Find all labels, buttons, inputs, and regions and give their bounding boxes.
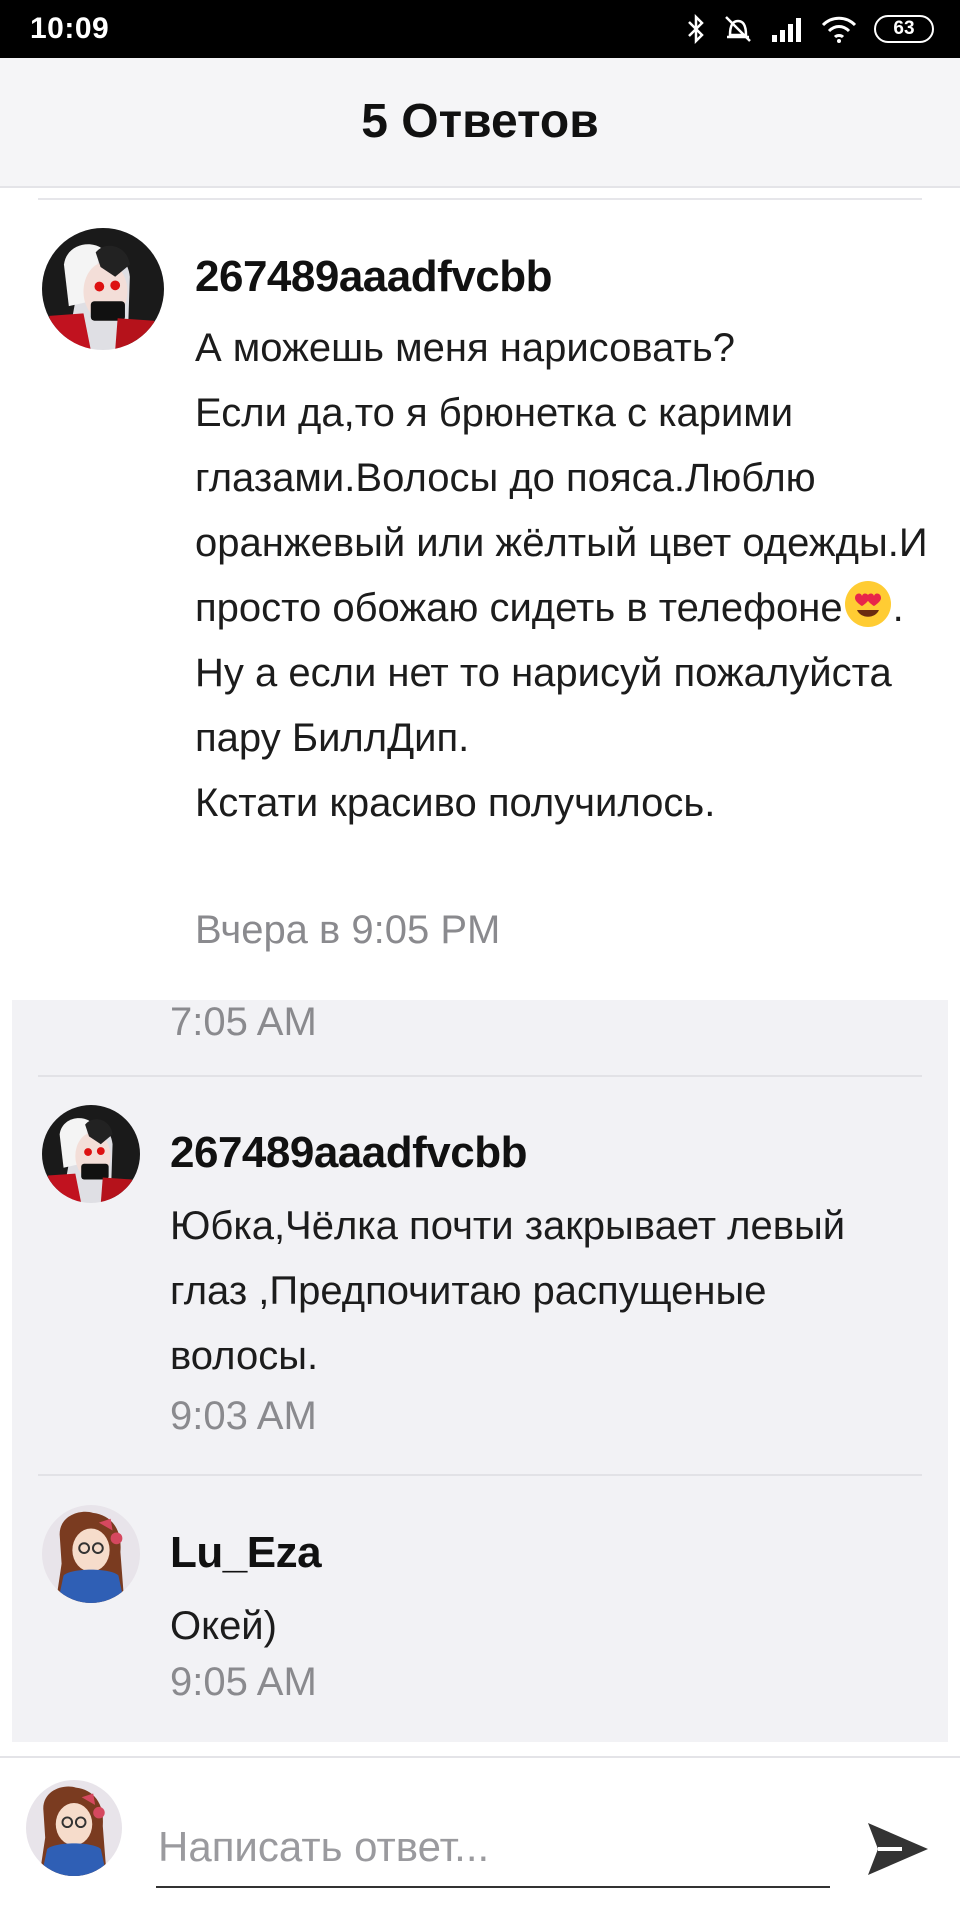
send-icon: [862, 1822, 934, 1888]
reply-username[interactable]: 267489aaadfvcbb: [170, 1128, 527, 1178]
battery-level: 63: [893, 18, 915, 39]
avatar[interactable]: [42, 228, 164, 350]
wifi-icon: [820, 14, 858, 44]
page-title: 5 Ответов: [361, 95, 599, 148]
divider: [38, 1075, 922, 1077]
comment-text-part: А можешь меня нарисовать? Если да,то я б…: [195, 326, 928, 630]
comment-text: А можешь меня нарисовать? Если да,то я б…: [195, 316, 935, 836]
replies-list: 7:05 AM 267489aaadfvcbb Юбка,Чёлка почти…: [12, 1000, 948, 1742]
reply-input[interactable]: [156, 1808, 830, 1888]
reply-text: Окей): [170, 1604, 277, 1648]
avatar[interactable]: [42, 1505, 140, 1603]
bluetooth-icon: [686, 14, 706, 44]
signal-icon: [770, 15, 804, 43]
alarm-off-icon: [722, 13, 754, 45]
reply-timestamp: 9:05 AM: [170, 1660, 317, 1704]
comment-timestamp: Вчера в 9:05 PM: [195, 908, 501, 952]
comment-username[interactable]: 267489aaadfvcbb: [195, 252, 552, 302]
status-time: 10:09: [30, 12, 110, 45]
divider: [38, 1474, 922, 1476]
header: 5 Ответов: [0, 58, 960, 188]
avatar: [26, 1780, 122, 1876]
reply-text: Юбка,Чёлка почти закрывает левый глаз ,П…: [170, 1204, 846, 1378]
status-bar: 10:09 63: [0, 0, 960, 58]
heart-eyes-emoji: [843, 579, 893, 629]
avatar[interactable]: [42, 1105, 140, 1203]
reply-timestamp: 9:03 AM: [170, 1394, 317, 1438]
status-icons: 63: [686, 10, 934, 48]
reply-username[interactable]: Lu_Eza: [170, 1528, 322, 1578]
battery-icon: 63: [874, 15, 934, 43]
reply-composer: [0, 1756, 960, 1920]
divider: [38, 198, 922, 200]
reply-timestamp: 7:05 AM: [170, 1000, 317, 1044]
send-button[interactable]: [858, 1810, 938, 1890]
